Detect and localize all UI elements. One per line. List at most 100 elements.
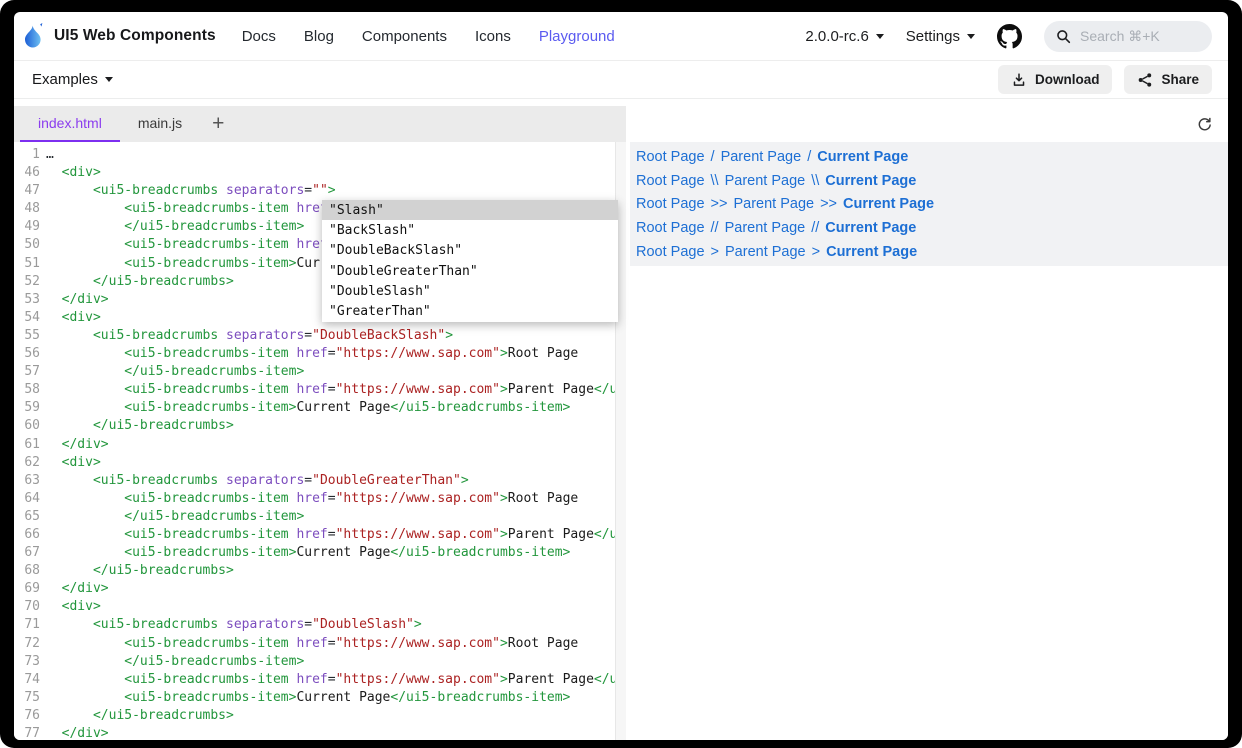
code-line-67: 67 <ui5-breadcrumbs-item>Current Page</u… bbox=[14, 544, 626, 562]
breadcrumb-link[interactable]: Parent Page bbox=[725, 173, 806, 189]
line-number: 56 bbox=[14, 345, 40, 363]
autocomplete-option[interactable]: "Slash" bbox=[322, 200, 618, 220]
line-number: 57 bbox=[14, 363, 40, 381]
line-number: 68 bbox=[14, 562, 40, 580]
breadcrumb-link[interactable]: Root Page bbox=[636, 244, 705, 260]
app-frame: UI5 Web Components Docs Blog Components Ico… bbox=[14, 12, 1228, 740]
breadcrumb-link[interactable]: Root Page bbox=[636, 196, 705, 212]
code-line-55: 55 <ui5-breadcrumbs separators="DoubleBa… bbox=[14, 327, 626, 345]
breadcrumb-separator: \\ bbox=[711, 173, 719, 189]
brand[interactable]: UI5 Web Components bbox=[22, 23, 216, 50]
breadcrumb-separator: \\ bbox=[811, 173, 819, 189]
code-line-69: 69 </div> bbox=[14, 580, 626, 598]
line-number: 67 bbox=[14, 544, 40, 562]
code-line-46: 46 <div> bbox=[14, 164, 626, 182]
nav-link-blog[interactable]: Blog bbox=[304, 28, 334, 45]
line-number: 50 bbox=[14, 236, 40, 254]
breadcrumb-separator: / bbox=[807, 149, 811, 165]
search-icon bbox=[1056, 29, 1071, 44]
line-number: 69 bbox=[14, 580, 40, 598]
ui5-flame-logo-icon bbox=[22, 23, 45, 50]
breadcrumb-link[interactable]: Parent Page bbox=[725, 244, 806, 260]
autocomplete-option[interactable]: "DoubleGreaterThan" bbox=[322, 261, 618, 281]
add-tab-button[interactable]: + bbox=[200, 106, 236, 142]
code-line-65: 65 </ui5-breadcrumbs-item> bbox=[14, 508, 626, 526]
breadcrumb-separator: // bbox=[811, 220, 819, 236]
nav-link-components[interactable]: Components bbox=[362, 28, 447, 45]
code-line-74: 74 <ui5-breadcrumbs-item href="https://w… bbox=[14, 671, 626, 689]
version-menu[interactable]: 2.0.0-rc.6 bbox=[805, 28, 883, 45]
code-line-73: 73 </ui5-breadcrumbs-item> bbox=[14, 653, 626, 671]
breadcrumb-link[interactable]: Parent Page bbox=[733, 196, 814, 212]
breadcrumb-row: Root Page/Parent Page/Current Page bbox=[636, 145, 1228, 169]
line-number: 62 bbox=[14, 454, 40, 472]
line-number: 70 bbox=[14, 598, 40, 616]
line-number: 51 bbox=[14, 255, 40, 273]
line-number: 64 bbox=[14, 490, 40, 508]
top-nav-bar: UI5 Web Components Docs Blog Components Ico… bbox=[14, 12, 1228, 61]
breadcrumb-separator: >> bbox=[711, 196, 728, 212]
toolbar-actions: Download Share bbox=[998, 65, 1212, 94]
preview-empty-area bbox=[630, 266, 1228, 740]
tab-index-html[interactable]: index.html bbox=[20, 106, 120, 142]
autocomplete-option[interactable]: "GreaterThan" bbox=[322, 301, 618, 321]
line-number: 75 bbox=[14, 689, 40, 707]
preview-header bbox=[630, 106, 1228, 142]
download-icon bbox=[1011, 72, 1027, 88]
code-line-58: 58 <ui5-breadcrumbs-item href="https://w… bbox=[14, 381, 626, 399]
examples-menu[interactable]: Examples bbox=[32, 71, 113, 88]
main-nav: Docs Blog Components Icons Playground bbox=[242, 28, 615, 45]
code-line-60: 60 </ui5-breadcrumbs> bbox=[14, 417, 626, 435]
breadcrumb-separator: >> bbox=[820, 196, 837, 212]
line-number: 77 bbox=[14, 725, 40, 740]
code-line-70: 70 <div> bbox=[14, 598, 626, 616]
code-line-59: 59 <ui5-breadcrumbs-item>Current Page</u… bbox=[14, 399, 626, 417]
tab-main-js[interactable]: main.js bbox=[120, 106, 200, 142]
github-link[interactable] bbox=[997, 24, 1022, 49]
line-number: 76 bbox=[14, 707, 40, 725]
share-button[interactable]: Share bbox=[1124, 65, 1212, 94]
main-split: index.htmlmain.js+ 1…46 <div>47 <ui5-bre… bbox=[14, 106, 1228, 740]
code-line-63: 63 <ui5-breadcrumbs separators="DoubleGr… bbox=[14, 472, 626, 490]
autocomplete-option[interactable]: "BackSlash" bbox=[322, 220, 618, 240]
breadcrumb-link[interactable]: Root Page bbox=[636, 173, 705, 189]
line-number: 60 bbox=[14, 417, 40, 435]
chevron-down-icon bbox=[967, 34, 975, 39]
breadcrumb-link[interactable]: Parent Page bbox=[725, 220, 806, 236]
code-line-64: 64 <ui5-breadcrumbs-item href="https://w… bbox=[14, 490, 626, 508]
settings-menu[interactable]: Settings bbox=[906, 28, 975, 45]
nav-link-icons[interactable]: Icons bbox=[475, 28, 511, 45]
line-number: 47 bbox=[14, 182, 40, 200]
breadcrumb-link[interactable]: Root Page bbox=[636, 220, 705, 236]
download-button[interactable]: Download bbox=[998, 65, 1113, 94]
nav-link-docs[interactable]: Docs bbox=[242, 28, 276, 45]
autocomplete-option[interactable]: "DoubleSlash" bbox=[322, 281, 618, 301]
search-input[interactable] bbox=[1078, 27, 1192, 45]
line-number: 66 bbox=[14, 526, 40, 544]
breadcrumb-separator: > bbox=[812, 244, 820, 260]
line-number: 61 bbox=[14, 436, 40, 454]
search-box[interactable] bbox=[1044, 21, 1212, 52]
code-line-77: 77 </div> bbox=[14, 725, 626, 740]
breadcrumb-current: Current Page bbox=[825, 220, 916, 236]
nav-link-playground[interactable]: Playground bbox=[539, 28, 615, 45]
breadcrumb-link[interactable]: Parent Page bbox=[721, 149, 802, 165]
breadcrumb-current: Current Page bbox=[843, 196, 934, 212]
line-number: 55 bbox=[14, 327, 40, 345]
breadcrumb-row: Root Page\\Parent Page\\Current Page bbox=[636, 169, 1228, 193]
breadcrumb-separator: // bbox=[711, 220, 719, 236]
screenshot-window: UI5 Web Components Docs Blog Components Ico… bbox=[0, 0, 1242, 748]
header-right: 2.0.0-rc.6 Settings bbox=[805, 21, 1212, 52]
autocomplete-option[interactable]: "DoubleBackSlash" bbox=[322, 241, 618, 261]
breadcrumb-link[interactable]: Root Page bbox=[636, 149, 705, 165]
brand-title: UI5 Web Components bbox=[54, 27, 216, 45]
line-number: 65 bbox=[14, 508, 40, 526]
breadcrumb-row: Root Page>Parent Page>Current Page bbox=[636, 240, 1228, 264]
line-number: 52 bbox=[14, 273, 40, 291]
breadcrumb-current: Current Page bbox=[826, 244, 917, 260]
refresh-button[interactable] bbox=[1194, 114, 1215, 135]
github-icon bbox=[997, 24, 1022, 49]
line-number: 72 bbox=[14, 635, 40, 653]
code-line-61: 61 </div> bbox=[14, 436, 626, 454]
line-number: 48 bbox=[14, 200, 40, 218]
